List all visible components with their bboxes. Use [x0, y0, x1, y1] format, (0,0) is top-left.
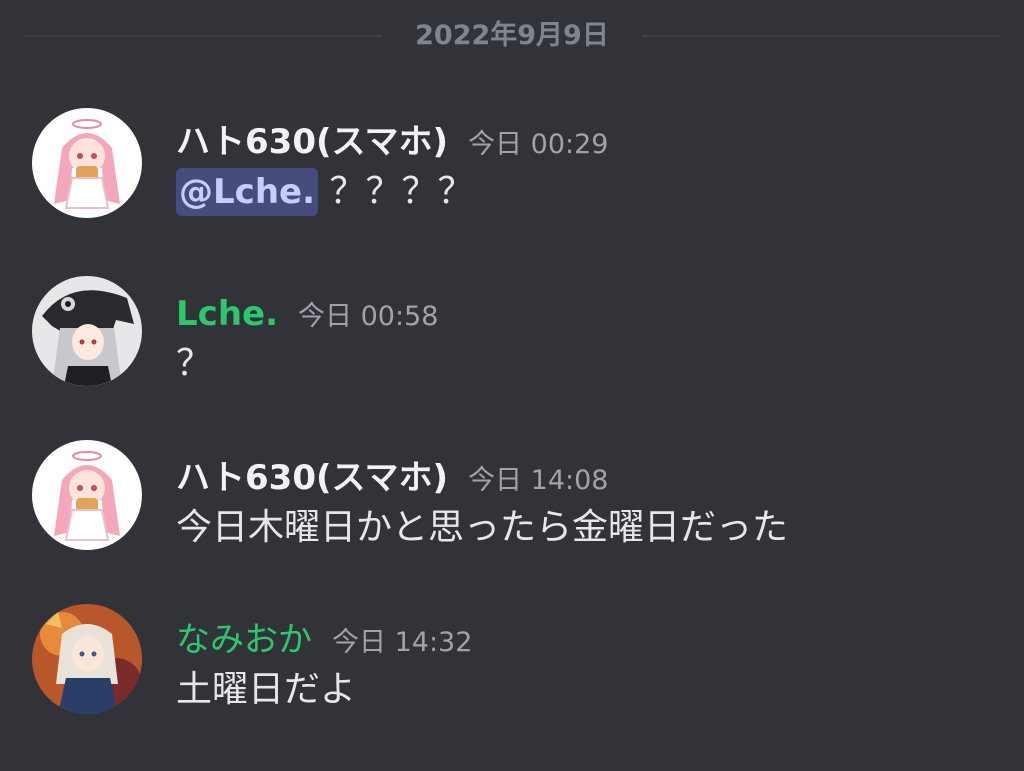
message-text: 今日木曜日かと思ったら金曜日だった: [176, 507, 789, 548]
username[interactable]: ハト630(スマホ): [176, 454, 448, 502]
message-text: ？: [176, 343, 213, 384]
silver-haired-character-with-black-hood-avatar-icon: [32, 276, 142, 386]
message-header: ハト630(スマホ) 今日 00:29: [176, 118, 608, 166]
message-content: 今日木曜日かと思ったら金曜日だった: [176, 504, 788, 552]
date-divider-label: 2022年9月9日: [415, 20, 609, 51]
timestamp: 今日 14:08: [468, 465, 609, 496]
user-avatar[interactable]: [32, 276, 142, 386]
message-content: 土曜日だよ: [176, 666, 356, 714]
divider-line-left: [24, 35, 382, 37]
message-header: なみおか 今日 14:32: [176, 616, 472, 664]
divider-line-right: [642, 35, 1000, 37]
message-header: Lche. 今日 00:58: [176, 290, 438, 338]
user-avatar[interactable]: [32, 604, 142, 714]
user-mention[interactable]: @Lche.: [176, 168, 318, 216]
message-content: ？: [176, 340, 212, 388]
timestamp: 今日 00:29: [468, 129, 609, 160]
timestamp: 今日 14:32: [332, 627, 473, 658]
username[interactable]: なみおか: [176, 616, 312, 664]
message-header: ハト630(スマホ) 今日 14:08: [176, 454, 608, 502]
user-avatar[interactable]: [32, 108, 142, 218]
username[interactable]: Lche.: [176, 290, 278, 338]
timestamp: 今日 00:58: [298, 301, 439, 332]
message-text: ？？？？: [318, 171, 474, 212]
date-divider: 2022年9月9日: [0, 0, 1024, 72]
blonde-character-orange-background-avatar-icon: [32, 604, 142, 714]
pink-haired-character-avatar-icon: [32, 108, 142, 218]
pink-haired-character-avatar-icon: [32, 440, 142, 550]
message-text: 土曜日だよ: [176, 669, 357, 710]
user-avatar[interactable]: [32, 440, 142, 550]
message-content: @Lche. ？？？？: [176, 168, 473, 216]
username[interactable]: ハト630(スマホ): [176, 118, 448, 166]
